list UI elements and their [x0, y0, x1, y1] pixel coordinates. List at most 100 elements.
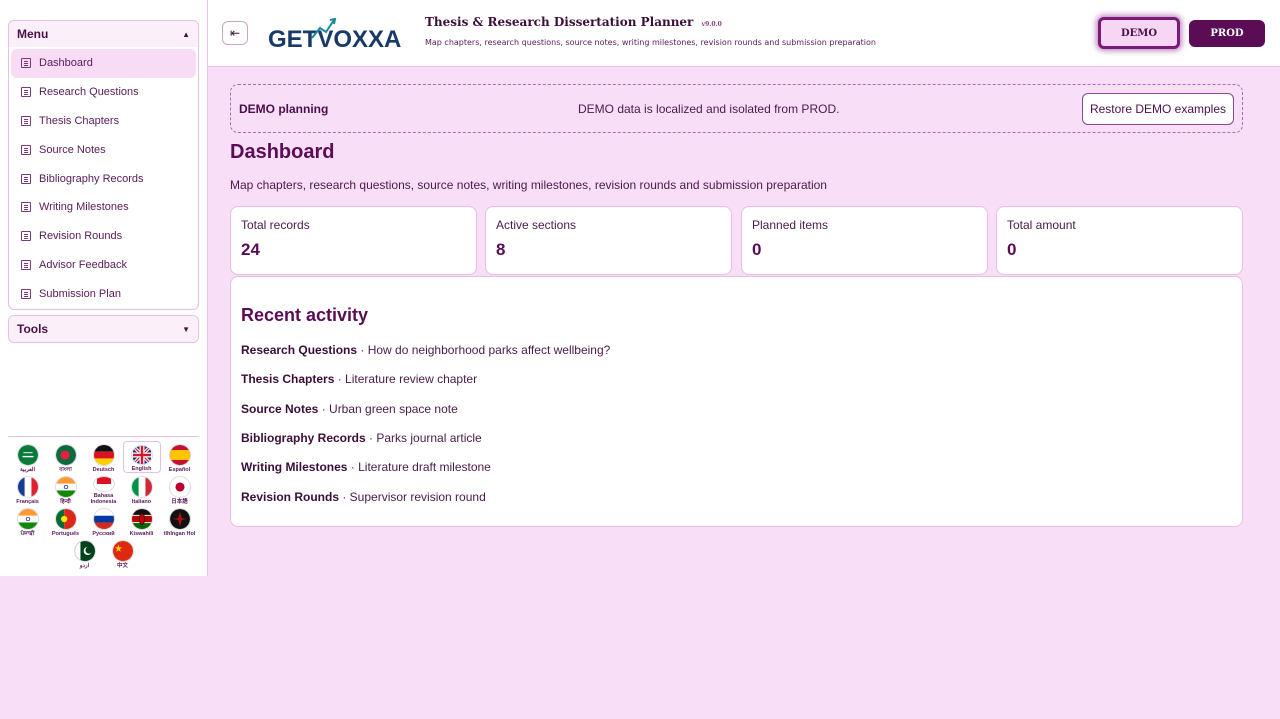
sidebar-item-research-questions[interactable]: Research Questions	[11, 78, 196, 107]
collapse-sidebar-icon: ⇤	[229, 26, 241, 40]
language-label: tlhIngan Hol	[163, 531, 196, 537]
stat-value: 0	[752, 240, 762, 259]
document-icon	[21, 259, 31, 270]
restore-demo-button[interactable]: Restore DEMO examples	[1082, 92, 1234, 125]
language-arabic[interactable]: العربية	[9, 441, 47, 473]
france-flag-icon	[16, 476, 39, 498]
portugal-flag-icon	[54, 508, 77, 530]
collapse-sidebar-button[interactable]: ⇤	[222, 21, 248, 45]
stat-card-total-amount: Total amount 0	[996, 206, 1243, 275]
kenya-flag-icon	[130, 508, 153, 530]
activity-section: Revision Rounds	[241, 490, 340, 504]
document-icon	[21, 87, 31, 98]
sidebar-item-bibliography-records[interactable]: Bibliography Records	[11, 164, 196, 193]
language-label: Bahasa Indonesia	[90, 493, 117, 505]
stat-value: 8	[496, 240, 506, 259]
menu-title: Menu	[17, 27, 49, 41]
document-icon	[21, 115, 31, 126]
activity-item: Bibliography Records · Parks journal art…	[241, 431, 482, 445]
activity-item: Thesis Chapters · Literature review chap…	[241, 372, 477, 386]
menu-header[interactable]: Menu ▲	[9, 21, 198, 47]
language-bengali[interactable]: বাংলা	[47, 441, 85, 473]
app-title-text: Thesis & Research Dissertation Planner	[425, 15, 694, 29]
sidebar-item-thesis-chapters[interactable]: Thesis Chapters	[11, 107, 196, 136]
logo-text: GETVOXXA	[268, 26, 401, 52]
activity-text: · How do neighborhood parks affect wellb…	[357, 343, 611, 357]
tools-title: Tools	[17, 322, 49, 336]
language-indonesian[interactable]: Bahasa Indonesia	[85, 473, 123, 505]
language-italian[interactable]: Italiano	[123, 473, 161, 505]
activity-section: Writing Milestones	[241, 460, 348, 474]
stat-label: Total records	[241, 218, 310, 232]
getvoxxa-logo: GETVOXXA	[268, 18, 401, 52]
prod-env-button[interactable]: PROD	[1189, 20, 1265, 47]
language-spanish[interactable]: Español	[161, 441, 199, 473]
language-portuguese[interactable]: Português	[47, 505, 85, 537]
sidebar-item-label: Research Questions	[39, 86, 139, 99]
language-chinese[interactable]: 中文	[104, 537, 142, 569]
activity-item: Research Questions · How do neighborhood…	[241, 343, 610, 357]
app-subtitle: Map chapters, research questions, source…	[425, 38, 876, 47]
recent-activity-panel: Recent activity Research Questions · How…	[230, 276, 1243, 527]
language-japanese[interactable]: 日本語	[161, 473, 199, 505]
sidebar: Menu ▲ Dashboard Research Questions Thes…	[0, 0, 208, 576]
activity-item: Source Notes · Urban green space note	[241, 402, 458, 416]
expand-caret-icon[interactable]: ▼	[182, 325, 190, 334]
banner-message: DEMO data is localized and isolated from…	[578, 101, 840, 116]
activity-text: · Literature review chapter	[334, 372, 478, 386]
india-flag-icon	[54, 476, 77, 498]
klingon-emblem-icon	[168, 508, 191, 530]
language-label: English	[131, 466, 152, 472]
activity-text: · Parks journal article	[365, 431, 482, 445]
activity-item: Revision Rounds · Supervisor revision ro…	[241, 490, 486, 504]
spain-flag-icon	[168, 444, 191, 466]
activity-text: · Literature draft milestone	[347, 460, 491, 474]
sidebar-item-submission-plan[interactable]: Submission Plan	[11, 279, 196, 308]
tools-panel[interactable]: Tools ▼	[8, 315, 199, 343]
sidebar-item-label: Advisor Feedback	[39, 258, 128, 271]
document-icon	[21, 202, 31, 213]
stat-label: Total amount	[1007, 218, 1076, 232]
stat-value: 24	[241, 240, 260, 259]
italy-flag-icon	[130, 476, 153, 498]
sidebar-item-label: Dashboard	[39, 57, 93, 70]
stat-label: Planned items	[752, 218, 829, 232]
language-russian[interactable]: Русский	[85, 505, 123, 537]
india-flag-icon	[16, 508, 39, 530]
language-urdu[interactable]: اردو	[66, 537, 104, 569]
sidebar-item-label: Thesis Chapters	[39, 114, 120, 127]
activity-text: · Urban green space note	[318, 402, 458, 416]
activity-section: Thesis Chapters	[241, 372, 335, 386]
activity-section: Bibliography Records	[241, 431, 366, 445]
page-subtitle: Map chapters, research questions, source…	[230, 178, 827, 192]
uk-flag-icon	[130, 445, 153, 465]
sidebar-item-revision-rounds[interactable]: Revision Rounds	[11, 222, 196, 251]
sidebar-item-label: Source Notes	[39, 143, 106, 156]
saudi-flag-icon	[16, 444, 39, 466]
document-icon	[21, 231, 31, 242]
japan-flag-icon	[168, 476, 191, 498]
sidebar-item-advisor-feedback[interactable]: Advisor Feedback	[11, 251, 196, 280]
demo-env-button[interactable]: DEMO	[1098, 17, 1180, 49]
tools-header[interactable]: Tools ▼	[9, 316, 198, 342]
sidebar-item-writing-milestones[interactable]: Writing Milestones	[11, 193, 196, 222]
indonesia-flag-icon	[92, 476, 115, 492]
pakistan-flag-icon	[73, 540, 96, 562]
language-german[interactable]: Deutsch	[85, 441, 123, 473]
language-klingon[interactable]: tlhIngan Hol	[161, 505, 199, 537]
language-hindi[interactable]: हिन्दी	[47, 473, 85, 505]
stat-value: 0	[1007, 240, 1017, 259]
sidebar-item-label: Revision Rounds	[39, 230, 123, 243]
language-label: ਪੰਜਾਬੀ	[20, 531, 35, 537]
language-french[interactable]: Français	[9, 473, 47, 505]
language-switcher: العربية বাংলা Deutsch English Español Fr…	[8, 436, 199, 569]
sidebar-item-source-notes[interactable]: Source Notes	[11, 135, 196, 164]
language-swahili[interactable]: Kiswahili	[123, 505, 161, 537]
sidebar-item-dashboard[interactable]: Dashboard	[11, 49, 196, 78]
language-english[interactable]: English	[122, 441, 161, 473]
language-punjabi[interactable]: ਪੰਜਾਬੀ	[9, 505, 47, 537]
collapse-caret-icon[interactable]: ▲	[182, 30, 190, 39]
activity-section: Source Notes	[241, 402, 319, 416]
stat-card-planned-items: Planned items 0	[741, 206, 988, 275]
banner-title: DEMO planning	[239, 101, 329, 116]
